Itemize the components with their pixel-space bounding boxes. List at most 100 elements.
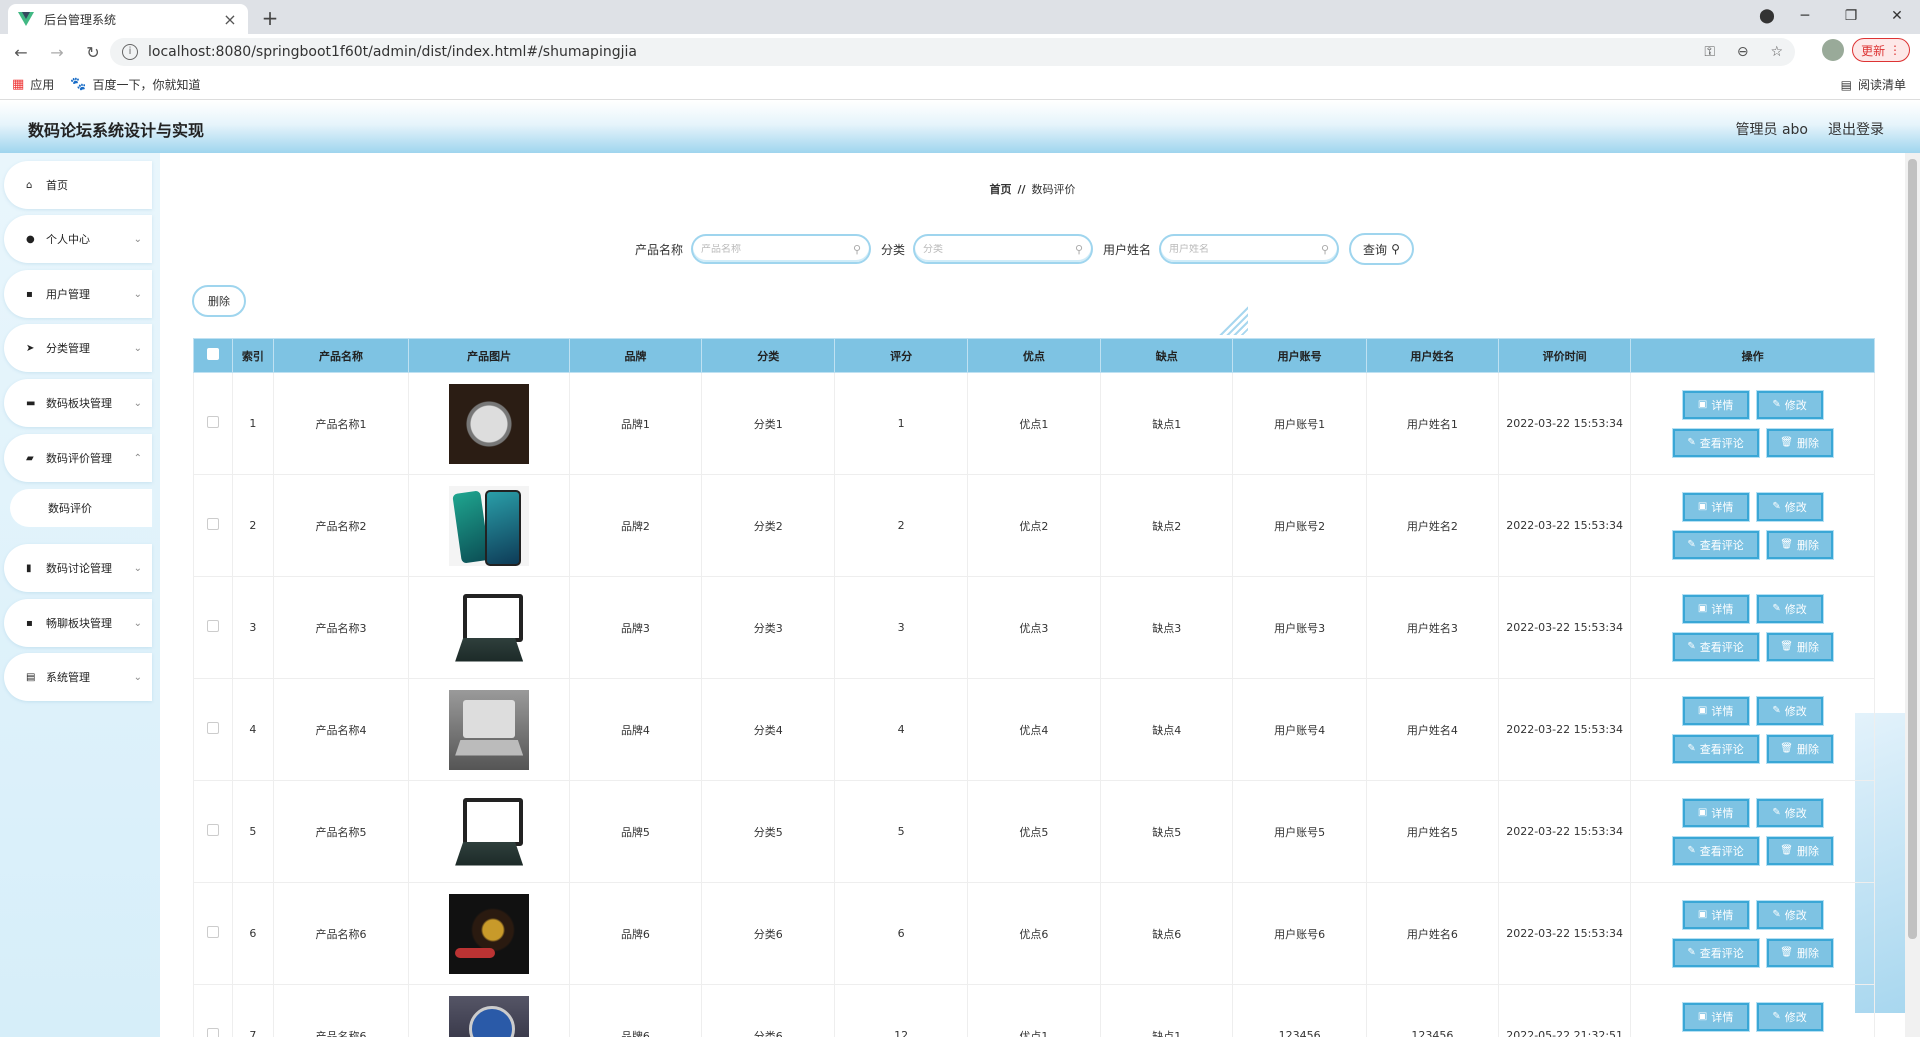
select-all-checkbox[interactable] — [207, 348, 220, 360]
bookmark-baidu[interactable]: 🐾 百度一下，你就知道 — [70, 76, 200, 93]
edit-button[interactable]: ✎ 修改 — [1756, 390, 1823, 419]
reload-icon[interactable]: ↻ — [78, 43, 108, 62]
browser-tab[interactable]: 后台管理系统 × — [8, 4, 248, 34]
cell-score: 3 — [834, 576, 968, 679]
close-tab-icon[interactable]: × — [222, 10, 238, 29]
edit-label: 修改 — [1784, 398, 1807, 412]
back-icon[interactable]: ← — [6, 43, 36, 62]
detail-button[interactable]: ▣ 详情 — [1682, 696, 1749, 725]
view-comments-button[interactable]: ✎ 查看评论 — [1672, 734, 1759, 763]
row-select-cell[interactable] — [192, 984, 234, 1037]
row-checkbox[interactable] — [207, 620, 220, 632]
sidebar-item-system[interactable]: ▤ 系统管理 ⌄ — [4, 653, 152, 701]
omnibox[interactable]: i localhost:8080/springboot1f60t/admin/d… — [110, 38, 1795, 66]
sidebar-item-users[interactable]: ▪ 用户管理 ⌄ — [4, 270, 152, 318]
view-comments-label: 查看评论 — [1699, 946, 1744, 960]
cell-score: 2 — [834, 474, 968, 577]
chevron-down-icon: ⌄ — [133, 671, 142, 683]
view-comments-button[interactable]: ✎ 查看评论 — [1672, 836, 1759, 865]
info-icon[interactable]: i — [122, 44, 138, 60]
row-select-cell[interactable] — [192, 474, 234, 577]
category-input[interactable] — [923, 243, 1075, 255]
view-comments-button[interactable]: ✎ 查看评论 — [1672, 938, 1759, 967]
detail-button[interactable]: ▣ 详情 — [1682, 492, 1749, 521]
product-name-input[interactable] — [701, 243, 853, 255]
view-comments-button[interactable]: ✎ 查看评论 — [1672, 530, 1759, 559]
delete-button[interactable]: 🗑 删除 — [1766, 530, 1833, 559]
row-select-cell[interactable] — [192, 780, 234, 883]
cell-review-time: 2022-03-22 15:53:34 — [1498, 780, 1632, 883]
query-button[interactable]: 查询 ⚲ — [1349, 233, 1414, 265]
delete-button[interactable]: 🗑 删除 — [1766, 734, 1833, 763]
row-checkbox[interactable] — [207, 722, 220, 734]
avatar[interactable] — [1822, 39, 1845, 61]
delete-button[interactable]: 🗑 删除 — [1766, 938, 1833, 967]
page-scrollbar[interactable] — [1905, 153, 1920, 1037]
detail-button[interactable]: ▣ 详情 — [1682, 594, 1749, 623]
select-all-cell[interactable] — [192, 338, 234, 373]
url-text[interactable]: localhost:8080/springboot1f60t/admin/dis… — [148, 44, 1686, 60]
user-name-input[interactable] — [1169, 243, 1321, 255]
sidebar-item-home[interactable]: ⌂ 首页 — [4, 161, 152, 209]
scrollbar-thumb[interactable] — [1908, 159, 1917, 939]
col-header: 缺点 — [1100, 338, 1234, 373]
col-header: 产品名称 — [272, 338, 410, 373]
edit-button[interactable]: ✎ 修改 — [1756, 696, 1823, 725]
cell-review-time: 2022-03-22 15:53:34 — [1498, 474, 1632, 577]
restore-icon[interactable]: ❐ — [1828, 8, 1874, 24]
delete-button[interactable]: 🗑 删除 — [1766, 632, 1833, 661]
profile-dropdown-icon[interactable]: ⬤ — [1752, 8, 1782, 24]
row-checkbox[interactable] — [207, 1028, 220, 1037]
sidebar-item-digital-review[interactable]: ▰ 数码评价管理 ⌃ — [4, 434, 152, 482]
sidebar: ⌂ 首页 ● 个人中心 ⌄ ▪ 用户管理 ⌄ ➤ 分类管理 ⌄ ▬ 数码板块管理 ⌄ ▰ 数码评价管… — [0, 153, 160, 1037]
reading-list[interactable]: ▤ 阅读清单 — [1841, 76, 1906, 93]
cell-review-time: 2022-03-22 15:53:34 — [1498, 678, 1632, 781]
reading-list-label: 阅读清单 — [1857, 78, 1906, 92]
sidebar-item-chat-board[interactable]: ▪ 畅聊板块管理 ⌄ — [4, 599, 152, 647]
detail-button[interactable]: ▣ 详情 — [1682, 390, 1749, 419]
close-window-icon[interactable]: ✕ — [1874, 8, 1920, 24]
detail-button[interactable]: ▣ 详情 — [1682, 900, 1749, 929]
row-checkbox[interactable] — [207, 926, 220, 938]
cell-cons: 缺点3 — [1100, 576, 1234, 679]
zoom-icon[interactable]: ⊖ — [1737, 44, 1749, 60]
sidebar-item-category[interactable]: ➤ 分类管理 ⌄ — [4, 324, 152, 372]
sidebar-item-personal[interactable]: ● 个人中心 ⌄ — [4, 215, 152, 263]
product-image — [449, 587, 530, 668]
submenu-item-review[interactable]: 数码评价 — [10, 489, 152, 527]
edit-button[interactable]: ✎ 修改 — [1756, 798, 1823, 827]
row-select-cell[interactable] — [192, 372, 234, 475]
update-button[interactable]: 更新 ⋮ — [1852, 38, 1910, 62]
star-icon[interactable]: ☆ — [1770, 44, 1783, 60]
product-name-field[interactable]: ⚲ — [691, 234, 872, 264]
row-checkbox[interactable] — [207, 824, 220, 836]
forward-icon[interactable]: → — [42, 43, 72, 62]
row-select-cell[interactable] — [192, 678, 234, 781]
new-tab-icon[interactable]: + — [258, 6, 282, 30]
edit-button[interactable]: ✎ 修改 — [1756, 594, 1823, 623]
delete-button[interactable]: 🗑 删除 — [1766, 428, 1833, 457]
row-select-cell[interactable] — [192, 576, 234, 679]
edit-button[interactable]: ✎ 修改 — [1756, 900, 1823, 929]
logout-link[interactable]: 退出登录 — [1828, 119, 1884, 139]
detail-button[interactable]: ▣ 详情 — [1682, 798, 1749, 827]
category-field[interactable]: ⚲ — [913, 234, 1094, 264]
minimize-icon[interactable]: ─ — [1782, 8, 1828, 24]
row-checkbox[interactable] — [207, 416, 220, 428]
breadcrumb-home[interactable]: 首页 — [989, 183, 1011, 196]
view-comments-button[interactable]: ✎ 查看评论 — [1672, 632, 1759, 661]
row-select-cell[interactable] — [192, 882, 234, 985]
key-icon[interactable]: ⚿ — [1704, 44, 1715, 60]
detail-button[interactable]: ▣ 详情 — [1682, 1002, 1749, 1031]
sidebar-item-digital-board[interactable]: ▬ 数码板块管理 ⌄ — [4, 379, 152, 427]
user-name-field[interactable]: ⚲ — [1159, 234, 1340, 264]
delete-button[interactable]: 🗑 删除 — [1766, 836, 1833, 865]
row-checkbox[interactable] — [207, 518, 220, 530]
bookmark-apps[interactable]: ▦ 应用 — [12, 76, 54, 93]
edit-button[interactable]: ✎ 修改 — [1756, 492, 1823, 521]
detail-label: 详情 — [1711, 1010, 1734, 1024]
edit-button[interactable]: ✎ 修改 — [1756, 1002, 1823, 1031]
batch-delete-button[interactable]: 删除 — [192, 285, 246, 317]
view-comments-button[interactable]: ✎ 查看评论 — [1672, 428, 1759, 457]
sidebar-item-digital-discussion[interactable]: ▮ 数码讨论管理 ⌄ — [4, 544, 152, 592]
